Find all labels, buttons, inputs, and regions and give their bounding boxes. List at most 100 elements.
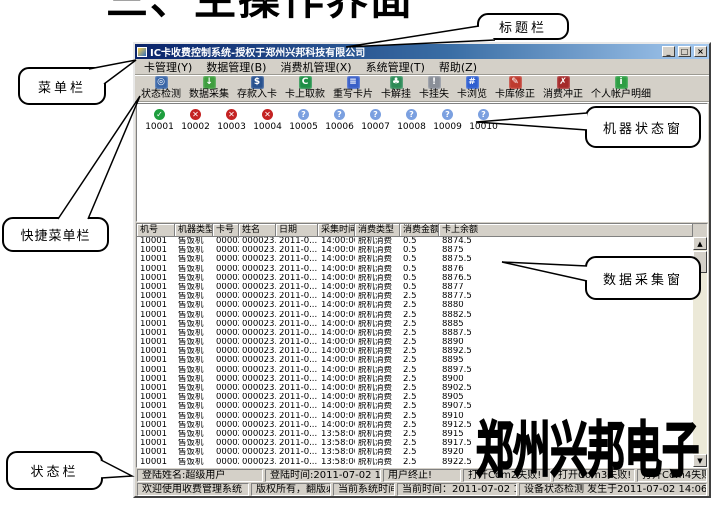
- machine-10010[interactable]: ?10010: [470, 109, 497, 132]
- cell: 10001: [137, 412, 175, 421]
- cell: 10001: [137, 384, 175, 393]
- cell: 脱机消费: [355, 246, 400, 255]
- cell: 脱机消费: [355, 439, 400, 448]
- card-report-loss-icon: !: [428, 76, 441, 89]
- machine-10003[interactable]: ✕ 10003: [218, 109, 245, 132]
- cell: 000023...: [239, 356, 276, 365]
- table-row[interactable]: 10001售饭机000023000023...2011-0...14:00:00…: [137, 237, 693, 246]
- cell: 000023: [213, 448, 239, 457]
- restore-button[interactable]: □: [678, 46, 691, 57]
- toolbar-button-label: 消费冲正: [543, 89, 583, 100]
- toolbar-button[interactable]: i个人帐户明细: [588, 76, 654, 100]
- cell: 14:00:00: [318, 366, 355, 375]
- status-detect-icon: ◎: [155, 76, 168, 89]
- toolbar-button[interactable]: $存款入卡: [234, 76, 280, 100]
- cell: 10001: [137, 274, 175, 283]
- cell: 10001: [137, 237, 175, 246]
- cell: 2011-0...: [276, 375, 318, 384]
- table-row[interactable]: 10001售饭机000023000023...2011-0...14:00:00…: [137, 384, 693, 393]
- toolbar-button[interactable]: ≡重写卡片: [330, 76, 376, 100]
- error-status-icon: ✕: [226, 109, 237, 120]
- table-row[interactable]: 10001售饭机000023000023...2011-0...14:00:00…: [137, 393, 693, 402]
- cell: 000023...: [239, 255, 276, 264]
- title-bar[interactable]: IC卡收费控制系统-授权于郑州兴邦科技有限公司 _ □ ×: [135, 44, 709, 59]
- toolbar-button[interactable]: ◎状态检测: [138, 76, 184, 100]
- cell: 售饭机: [175, 402, 213, 411]
- machine-10002[interactable]: ✕10002: [182, 109, 209, 132]
- toolbar-button-label: 卡上取款: [285, 89, 325, 100]
- page-heading-text: 三、主操作界面: [106, 0, 414, 19]
- unknown-status-icon: ?: [370, 109, 381, 120]
- menu-item[interactable]: 卡管理(Y): [137, 59, 199, 75]
- machine-10001[interactable]: ✓10001: [146, 109, 173, 132]
- column-header[interactable]: 机号: [137, 224, 175, 237]
- table-row[interactable]: 10001售饭机000023000023...2011-0...14:00:00…: [137, 347, 693, 356]
- close-button[interactable]: ×: [694, 46, 707, 57]
- toolbar-button[interactable]: #卡浏览: [454, 76, 490, 100]
- column-header[interactable]: 姓名: [239, 224, 276, 237]
- cell: 2011-0...: [276, 421, 318, 430]
- status-segment: 欢迎使用收费管理系统: [137, 483, 249, 496]
- cell: 2011-0...: [276, 311, 318, 320]
- table-row[interactable]: 10001售饭机000023000023...2011-0...14:00:00…: [137, 311, 693, 320]
- machine-10004[interactable]: ✕10004: [254, 109, 281, 132]
- toolbar-button[interactable]: ♣卡解挂: [378, 76, 414, 100]
- table-row[interactable]: 10001售饭机000023000023...2011-0...14:00:00…: [137, 338, 693, 347]
- column-header[interactable]: 消费金额: [400, 224, 439, 237]
- toolbar: ◎状态检测↓数据采集$存款入卡C卡上取款≡重写卡片♣卡解挂!卡挂失#卡浏览✎卡库…: [135, 75, 709, 102]
- column-header[interactable]: 日期: [276, 224, 318, 237]
- table-row[interactable]: 10001售饭机000023000023...2011-0...14:00:00…: [137, 246, 693, 255]
- cell: 10001: [137, 356, 175, 365]
- toolbar-button[interactable]: ✎卡库修正: [492, 76, 538, 100]
- table-row[interactable]: 10001售饭机000023000023...2011-0...14:00:00…: [137, 375, 693, 384]
- cell: 售饭机: [175, 412, 213, 421]
- table-row[interactable]: 10001售饭机000023000023...2011-0...14:00:00…: [137, 301, 693, 310]
- window-title: IC卡收费控制系统-授权于郑州兴邦科技有限公司: [150, 44, 659, 59]
- scroll-up-icon[interactable]: ▲: [693, 237, 707, 250]
- machine-10009[interactable]: ?10009: [434, 109, 461, 132]
- toolbar-button[interactable]: ✗消费冲正: [540, 76, 586, 100]
- menu-item[interactable]: 系统管理(T): [359, 59, 432, 75]
- machine-10005[interactable]: ?10005: [290, 109, 317, 132]
- machine-10008[interactable]: ?10008: [398, 109, 425, 132]
- machine-10007[interactable]: ?10007: [362, 109, 389, 132]
- column-header[interactable]: 机器类型: [175, 224, 213, 237]
- table-row[interactable]: 10001售饭机000023000023...2011-0...14:00:00…: [137, 320, 693, 329]
- menu-item[interactable]: 消费机管理(X): [273, 59, 358, 75]
- cell: 10001: [137, 421, 175, 430]
- cell: 售饭机: [175, 439, 213, 448]
- cell: 14:00:00: [318, 283, 355, 292]
- cell: 10001: [137, 265, 175, 274]
- status-segment: 用户终止!: [383, 469, 461, 482]
- cell: 2.5: [400, 311, 439, 320]
- toolbar-button[interactable]: !卡挂失: [416, 76, 452, 100]
- table-row[interactable]: 10001售饭机000023000023...2011-0...14:00:00…: [137, 366, 693, 375]
- cell: 售饭机: [175, 237, 213, 246]
- cell: 000023: [213, 320, 239, 329]
- cell: 14:00:00: [318, 292, 355, 301]
- machine-id: 10003: [217, 122, 246, 132]
- table-row[interactable]: 10001售饭机000023000023...2011-0...14:00:00…: [137, 329, 693, 338]
- cell: 售饭机: [175, 255, 213, 264]
- cell: 2.5: [400, 430, 439, 439]
- column-header[interactable]: 卡上余额: [439, 224, 693, 237]
- machine-10006[interactable]: ?10006: [326, 109, 353, 132]
- column-header[interactable]: 卡号: [213, 224, 239, 237]
- cell: 脱机消费: [355, 402, 400, 411]
- cell: 2.5: [400, 412, 439, 421]
- cell: 脱机消费: [355, 430, 400, 439]
- minimize-button[interactable]: _: [662, 46, 675, 57]
- column-header[interactable]: 采集时间: [318, 224, 355, 237]
- menu-item[interactable]: 数据管理(B): [199, 59, 273, 75]
- cell: 10001: [137, 375, 175, 384]
- menu-item[interactable]: 帮助(Z): [432, 59, 484, 75]
- cell: 2.5: [400, 439, 439, 448]
- table-row[interactable]: 10001售饭机000023000023...2011-0...14:00:00…: [137, 356, 693, 365]
- machine-id: 10004: [253, 122, 282, 132]
- cell: 000023: [213, 439, 239, 448]
- toolbar-button[interactable]: ↓数据采集: [186, 76, 232, 100]
- column-header[interactable]: 消费类型: [355, 224, 400, 237]
- toolbar-button[interactable]: C卡上取款: [282, 76, 328, 100]
- cell: 2011-0...: [276, 237, 318, 246]
- cell: 2011-0...: [276, 366, 318, 375]
